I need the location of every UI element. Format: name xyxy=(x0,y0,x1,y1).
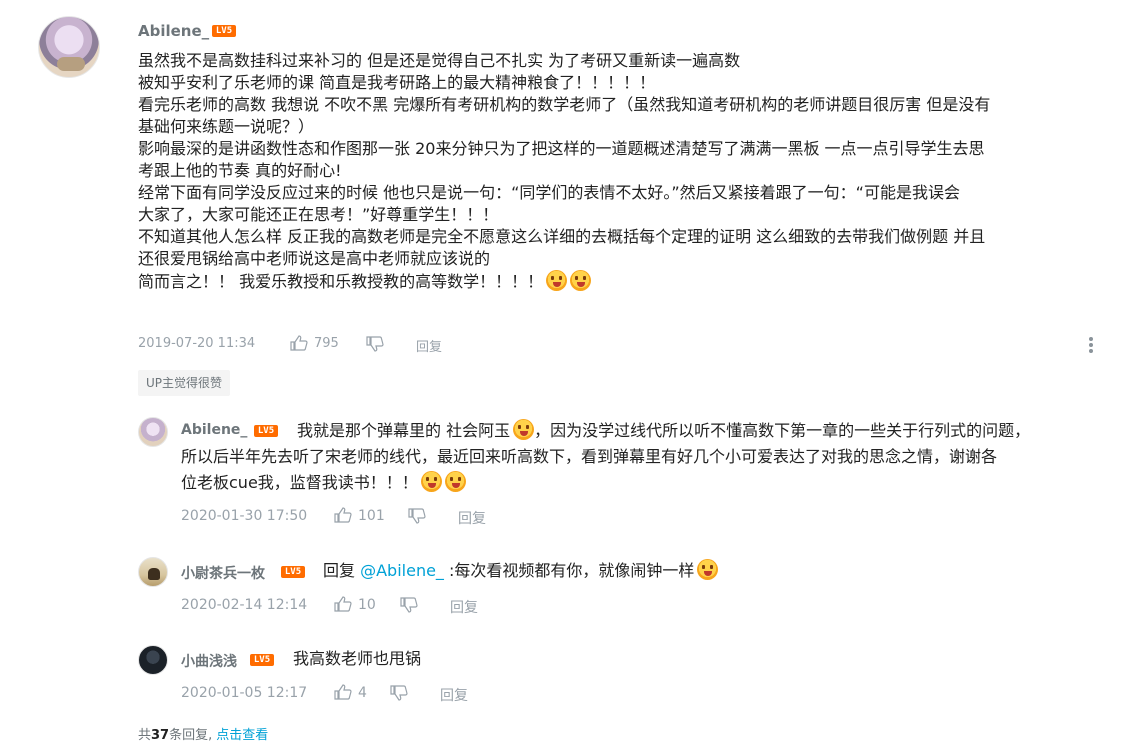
like-icon[interactable] xyxy=(334,507,352,523)
like-count: 795 xyxy=(314,336,339,351)
comment-line: 简而言之！！ 我爱乐教授和乐教授教的高等数学！！！！ xyxy=(138,272,544,291)
emoji-icon xyxy=(570,270,592,291)
emoji-icon xyxy=(444,471,466,492)
like-count: 101 xyxy=(358,508,385,524)
reply-text: 位老板cue我，监督我读书！！！ xyxy=(181,470,466,496)
like-icon[interactable] xyxy=(334,684,352,700)
avatar[interactable] xyxy=(38,16,100,78)
reply-time: 2020-02-14 12:14 xyxy=(181,597,308,613)
reply-button[interactable]: 回复 xyxy=(450,597,478,617)
reply-count-suffix: 条回复, xyxy=(169,728,213,743)
comment-line: 虽然我不是高数挂科过来补习的 但是还是觉得自己不扎实 为了考研又重新读一遍高数 xyxy=(138,51,741,70)
avatar[interactable] xyxy=(138,645,168,675)
more-icon[interactable] xyxy=(1088,336,1094,354)
reply-text: 回复 @Abilene_ :每次看视频都有你，就像闹钟一样 xyxy=(323,558,719,584)
reply-line: 所以后半年先去听了宋老师的线代，最近回来听高数下，看到弹幕里有好几个小可爱表达了… xyxy=(181,447,998,466)
level-badge: LV5 xyxy=(281,566,305,578)
reply-time: 2020-01-05 12:17 xyxy=(181,685,308,701)
reply-line: :每次看视频都有你，就像闹钟一样 xyxy=(449,561,695,580)
comment-line: 不知道其他人怎么样 反正我的高数老师是完全不愿意这么详细的去概括每个定理的证明 … xyxy=(138,227,986,246)
reply-line: 位老板cue我，监督我读书！！！ xyxy=(181,473,418,492)
comment-line: 还很爱甩锅给高中老师说这是高中老师就应该说的 xyxy=(138,249,491,268)
reply-button[interactable]: 回复 xyxy=(458,508,486,528)
comment-username[interactable]: Abilene_ xyxy=(138,22,209,40)
reply-button[interactable]: 回复 xyxy=(416,336,442,355)
reply-line: ，因为没学过线代所以听不懂高数下第一章的一些关于行列式的问题， xyxy=(534,421,1031,440)
dislike-icon[interactable] xyxy=(366,336,384,352)
level-badge: LV5 xyxy=(212,25,236,37)
like-icon[interactable] xyxy=(334,596,352,612)
replies-footer: 共37条回复, 点击查看 xyxy=(138,724,268,743)
comment-content: 虽然我不是高数挂科过来补习的 但是还是觉得自己不扎实 为了考研又重新读一遍高数 … xyxy=(138,50,1108,293)
reply-text: 我高数老师也甩锅 xyxy=(293,649,422,668)
dislike-icon[interactable] xyxy=(408,508,426,524)
comment-line: 经常下面有同学没反应过来的时候 他也只是说一句：“同学们的表情不太好。”然后又紧… xyxy=(138,183,960,202)
level-badge: LV5 xyxy=(250,654,274,666)
comment-line: 考跟上他的节奏 真的好耐心! xyxy=(138,161,342,180)
level-badge: LV5 xyxy=(254,425,278,437)
reply-username[interactable]: 小曲浅浅 xyxy=(181,651,237,671)
emoji-icon xyxy=(546,270,568,291)
dislike-icon[interactable] xyxy=(400,597,418,613)
emoji-icon xyxy=(513,419,535,440)
comment-line: 大家了，大家可能还正在思考！”好尊重学生！！！ xyxy=(138,205,499,224)
comment-line: 基础何来练题一说呢？） xyxy=(138,117,315,136)
reply-line: 我就是那个弹幕里的 社会阿玉 xyxy=(297,421,511,440)
like-count: 4 xyxy=(358,685,367,701)
comment-line: 看完乐老师的高数 我想说 不吹不黑 完爆所有考研机构的数学老师了（虽然我知道考研… xyxy=(138,95,991,114)
up-liked-badge: UP主觉得很赞 xyxy=(138,370,231,396)
avatar[interactable] xyxy=(138,417,168,447)
reply-username[interactable]: Abilene_ xyxy=(181,422,247,438)
like-count: 10 xyxy=(358,597,376,613)
avatar[interactable] xyxy=(138,557,168,587)
comment-line: 影响最深的是讲函数性态和作图那一张 20来分钟只为了把这样的一道题概述清楚写了满… xyxy=(138,139,985,158)
comment-time: 2019-07-20 11:34 xyxy=(138,336,256,351)
emoji-icon xyxy=(420,471,442,492)
reply-time: 2020-01-30 17:50 xyxy=(181,508,308,524)
reply-prefix: 回复 xyxy=(323,561,356,580)
see-all-link[interactable]: 点击查看 xyxy=(216,728,268,743)
dislike-icon[interactable] xyxy=(390,685,408,701)
reply-text: 我就是那个弹幕里的 社会阿玉 ，因为没学过线代所以听不懂高数下第一章的一些关于行列… xyxy=(297,418,1030,444)
mention-link[interactable]: @Abilene_ xyxy=(360,561,444,580)
emoji-icon xyxy=(697,559,719,580)
reply-button[interactable]: 回复 xyxy=(440,685,468,705)
reply-username[interactable]: 小尉茶兵一枚 xyxy=(181,563,265,583)
like-icon[interactable] xyxy=(290,335,308,351)
reply-count-prefix: 共 xyxy=(138,728,152,743)
reply-count: 37 xyxy=(151,728,170,743)
comment-line-last: 简而言之！！ 我爱乐教授和乐教授教的高等数学！！！！ xyxy=(138,270,1108,293)
comment-line: 被知乎安利了乐老师的课 简直是我考研路上的最大精神粮食了！！！！！ xyxy=(138,73,656,92)
